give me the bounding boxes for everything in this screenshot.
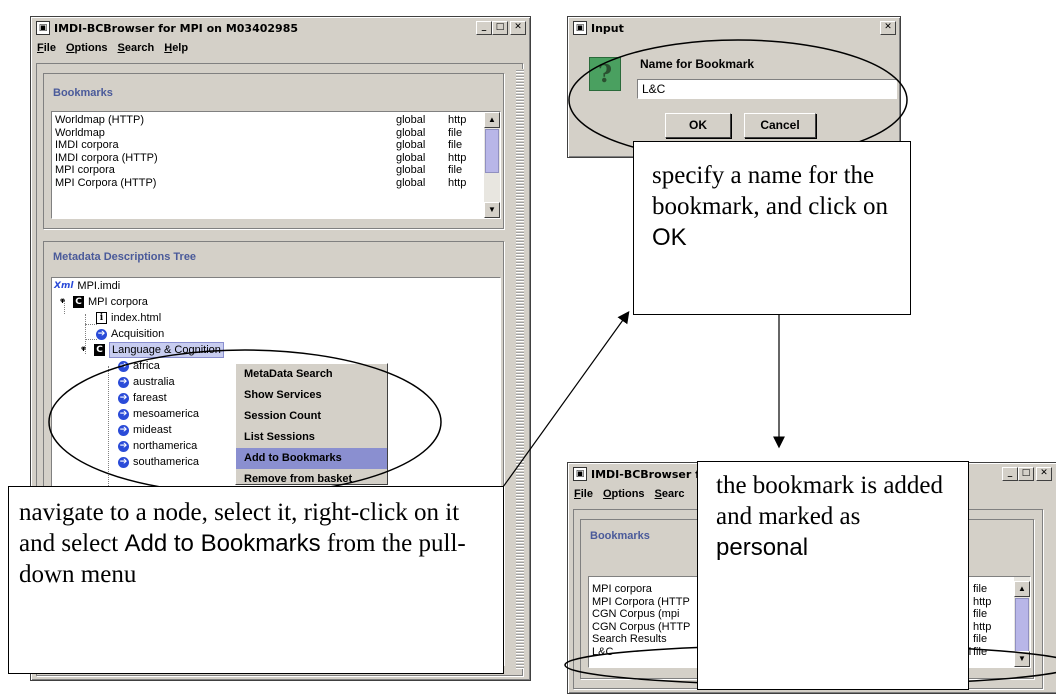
ellipse-context-menu [48, 349, 442, 495]
note-specify-text: specify a name for the bookmark, and cli… [652, 162, 889, 220]
note-added-text: the bookmark is added and marked as [716, 472, 944, 530]
note-specify: specify a name for the bookmark, and cli… [633, 141, 911, 315]
note-navigate-emphasis: Add to Bookmarks [124, 530, 321, 557]
note-navigate: navigate to a node, select it, right-cli… [8, 486, 504, 674]
arrow-to-dialog [502, 311, 630, 488]
note-specify-emphasis: OK [652, 224, 687, 251]
note-added: the bookmark is added and marked as pers… [697, 461, 969, 690]
note-added-emphasis: personal [716, 534, 809, 561]
